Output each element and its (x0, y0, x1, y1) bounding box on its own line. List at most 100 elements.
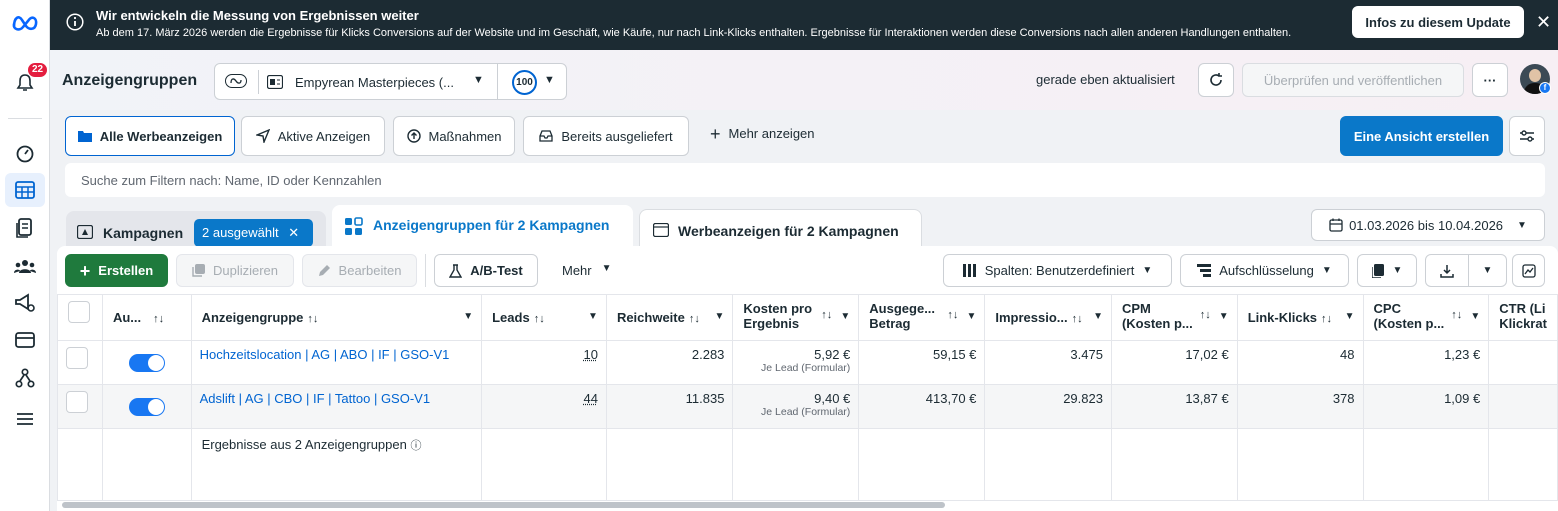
audiences-icon[interactable] (5, 249, 45, 283)
spent-value: 59,15 € (858, 340, 986, 385)
table-row[interactable]: Hochzeitslocation | AG | ABO | IF | GSO-… (57, 340, 1558, 385)
sort-icon[interactable]: ↑↓ (1200, 309, 1211, 321)
ads-manager-table-icon[interactable] (5, 173, 45, 207)
column-leads-label: Leads (492, 310, 530, 325)
create-view-button[interactable]: Eine Ansicht erstellen (1340, 116, 1503, 156)
chevron-down-icon[interactable]: ▼ (966, 311, 976, 322)
more-menu[interactable]: Mehr ▼ (562, 263, 612, 278)
cost-subtext: Je Lead (Formular) (761, 406, 851, 418)
tab-ads[interactable]: Werbeanzeigen für 2 Kampagnen (639, 209, 922, 249)
breakdown-button[interactable]: Aufschlüsselung ▼ (1180, 254, 1349, 287)
chevron-down-icon[interactable]: ▼ (840, 311, 850, 322)
menu-icon[interactable] (5, 402, 45, 436)
filter-delivered[interactable]: Bereits ausgeliefert (523, 116, 689, 156)
refresh-button[interactable] (1198, 63, 1234, 97)
column-reach[interactable]: Reichweite ↑↓ ▼ (605, 294, 734, 341)
sort-icon[interactable]: ↑↓ (689, 313, 700, 325)
column-leads[interactable]: Leads ↑↓ ▼ (481, 294, 607, 341)
column-impressions[interactable]: Impressio... ↑↓ ▼ (984, 294, 1112, 341)
column-cpm-label-2: (Kosten p... (1121, 316, 1193, 331)
notifications-icon[interactable]: 22 (5, 62, 49, 100)
column-cpm-label-1: CPM (1121, 301, 1151, 316)
more-options-button[interactable]: ··· (1472, 63, 1508, 97)
chevron-down-icon: ▼ (601, 263, 612, 274)
leads-value[interactable]: 10 (583, 347, 597, 362)
last-updated: gerade eben aktualisiert (1036, 72, 1175, 87)
sort-icon[interactable]: ↑↓ (821, 309, 832, 321)
chevron-down-icon[interactable]: ▼ (1219, 311, 1229, 322)
columns-label: Spalten: Benutzerdefiniert (984, 263, 1135, 278)
show-more-filters[interactable]: + Mehr anzeigen (710, 125, 815, 143)
filter-active-ads[interactable]: Aktive Anzeigen (241, 116, 385, 156)
horizontal-scrollbar[interactable] (62, 502, 945, 508)
update-info-button[interactable]: Infos zu diesem Update (1352, 6, 1524, 38)
sort-icon[interactable]: ↑↓ (947, 309, 958, 321)
review-publish-button[interactable]: Überprüfen und veröffentlichen (1242, 63, 1464, 97)
close-icon[interactable]: ✕ (288, 225, 299, 240)
status-toggle[interactable] (128, 398, 165, 416)
column-cost-label-1: Kosten pro (743, 301, 813, 316)
filter-all-ads[interactable]: Alle Werbeanzeigen (65, 116, 235, 156)
reports-icon[interactable] (5, 211, 45, 245)
column-cpc[interactable]: CPC (Kosten p... ↑↓ ▼ (1362, 294, 1490, 341)
columns-button[interactable]: Spalten: Benutzerdefiniert ▼ (943, 254, 1172, 287)
page-header: Anzeigengruppen Empyrean Masterpieces (.… (50, 50, 1558, 110)
sort-icon[interactable]: ↑↓ (1321, 313, 1332, 325)
select-all-checkbox[interactable] (68, 301, 90, 323)
ad-icon (652, 222, 670, 240)
info-icon[interactable]: ⓘ (410, 440, 421, 452)
folder-icon (77, 131, 92, 142)
sort-icon[interactable]: ↑↓ (534, 313, 545, 325)
column-amount-spent[interactable]: Ausgege... Betrag ↑↓ ▼ (858, 294, 986, 341)
chevron-down-icon[interactable]: ▼ (463, 311, 473, 322)
column-adset-name[interactable]: Anzeigengruppe ↑↓ ▼ (190, 294, 483, 341)
adset-name-link[interactable]: Hochzeitslocation | AG | ABO | IF | GSO-… (200, 347, 450, 362)
tab-campaigns[interactable]: Kampagnen 2 ausgewählt ✕ (66, 211, 326, 249)
campaign-megaphone-icon[interactable] (5, 286, 45, 320)
edit-button[interactable]: Bearbeiten (302, 254, 417, 287)
status-toggle[interactable] (128, 354, 165, 372)
chevron-down-icon: ▼ (544, 74, 555, 86)
column-link-clicks[interactable]: Link-Klicks ↑↓ ▼ (1236, 294, 1364, 341)
export-button[interactable]: ▼ (1425, 254, 1507, 287)
search-input[interactable]: Suche zum Filtern nach: Name, ID oder Ke… (65, 163, 1545, 197)
chevron-down-icon[interactable]: ▼ (588, 311, 598, 322)
sort-icon[interactable]: ↑↓ (1072, 313, 1083, 325)
calendar-icon (1329, 218, 1343, 232)
column-cpm[interactable]: CPM (Kosten p... ↑↓ ▼ (1110, 294, 1238, 341)
leads-value[interactable]: 44 (583, 391, 597, 406)
chevron-down-icon[interactable]: ▼ (1093, 311, 1103, 322)
billing-card-icon[interactable] (5, 323, 45, 357)
sort-icon[interactable]: ↑↓ (307, 313, 318, 325)
duplicate-button[interactable]: Duplizieren (176, 254, 294, 287)
row-checkbox[interactable] (66, 347, 88, 369)
column-ctr[interactable]: CTR (Li Klickrat (1488, 294, 1558, 341)
tab-ads-label: Werbeanzeigen für 2 Kampagnen (678, 223, 899, 239)
filter-settings-button[interactable] (1509, 116, 1545, 156)
adset-name-link[interactable]: Adslift | AG | CBO | IF | Tattoo | GSO-V… (200, 391, 431, 406)
chevron-down-icon[interactable]: ▼ (715, 311, 725, 322)
flask-icon (449, 263, 463, 278)
filter-actions[interactable]: Maßnahmen (393, 116, 515, 156)
sort-icon[interactable]: ↑↓ (1451, 309, 1462, 321)
account-selector[interactable]: Empyrean Masterpieces (... ▼ 100 ▼ (214, 63, 567, 100)
selected-chip[interactable]: 2 ausgewählt ✕ (194, 219, 313, 247)
chevron-down-icon[interactable]: ▼ (1345, 311, 1355, 322)
sort-icon[interactable]: ↑↓ (153, 313, 164, 325)
table-row[interactable]: Adslift | AG | CBO | IF | Tattoo | GSO-V… (57, 384, 1558, 429)
chevron-down-icon[interactable]: ▼ (1470, 311, 1480, 322)
column-status[interactable]: Au... ↑↓ (101, 294, 192, 341)
row-checkbox[interactable] (66, 391, 88, 413)
column-cost-per-result[interactable]: Kosten pro Ergebnis ↑↓ ▼ (732, 294, 860, 341)
meta-logo-icon[interactable] (5, 5, 45, 39)
close-icon[interactable]: ✕ (1536, 12, 1551, 33)
dashboard-icon[interactable] (5, 136, 45, 170)
chart-view-button[interactable] (1512, 254, 1545, 287)
business-graph-icon[interactable] (5, 361, 45, 395)
tab-campaigns-label: Kampagnen (103, 225, 184, 241)
ab-test-button[interactable]: A/B-Test (434, 254, 538, 287)
tab-adsets[interactable]: Anzeigengruppen für 2 Kampagnen (332, 205, 633, 249)
date-range-picker[interactable]: 01.03.2026 bis 10.04.2026 ▼ (1311, 209, 1545, 241)
create-button[interactable]: + Erstellen (65, 254, 168, 287)
reports-button[interactable]: ▼ (1357, 254, 1417, 287)
